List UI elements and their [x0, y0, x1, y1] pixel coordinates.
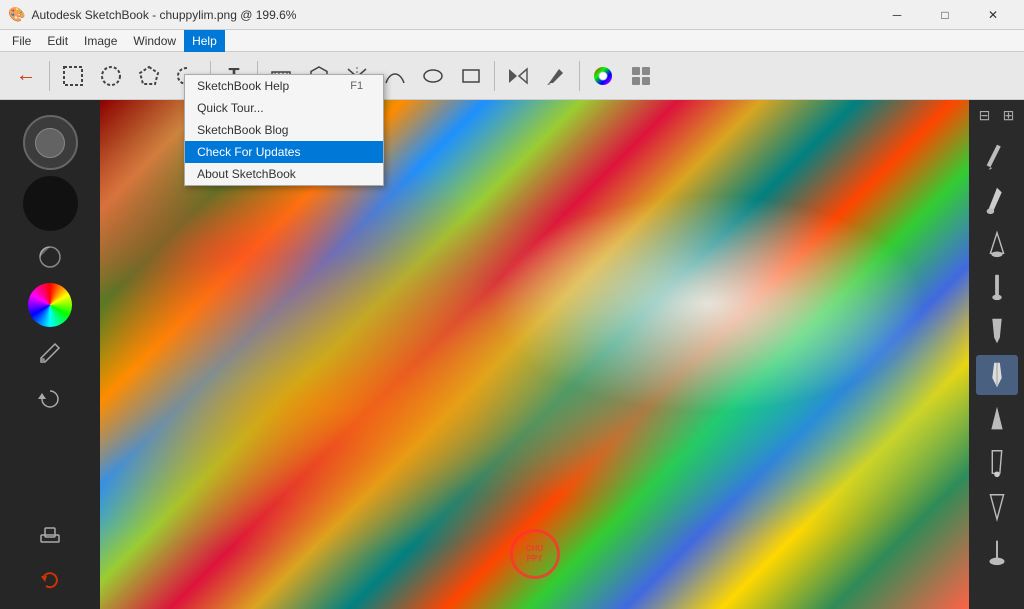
- color-picker-tool[interactable]: [585, 58, 621, 94]
- undo-button[interactable]: [30, 559, 70, 599]
- brush-item-6[interactable]: [976, 355, 1018, 395]
- help-menu-item-check-updates[interactable]: Check For Updates: [185, 141, 383, 163]
- help-item-label: SketchBook Help: [197, 79, 289, 93]
- menu-item-edit[interactable]: Edit: [39, 30, 76, 52]
- toolbar-separator-4: [494, 61, 495, 91]
- maximize-button[interactable]: □: [922, 0, 968, 30]
- menu-item-help[interactable]: Help: [184, 30, 225, 52]
- right-brush-panel: ⊟ ⊞: [969, 100, 1024, 609]
- help-menu-item-sketchbook-blog[interactable]: SketchBook Blog: [185, 119, 383, 141]
- eyedropper-tool[interactable]: [30, 333, 70, 373]
- toolbar-separator-5: [579, 61, 580, 91]
- color-swatch-black[interactable]: [23, 176, 78, 231]
- toolbar-separator-1: [49, 61, 50, 91]
- check-updates-label: Check For Updates: [197, 145, 300, 159]
- window-controls: ─ □ ✕: [874, 0, 1016, 30]
- stamp-tool[interactable]: [30, 513, 70, 553]
- grid-tool[interactable]: [623, 58, 659, 94]
- brush-item-10[interactable]: [976, 531, 1018, 571]
- app-logo: 🎨: [8, 6, 25, 23]
- menu-bar: File Edit Image Window Help SketchBook H…: [0, 30, 1024, 52]
- rotate-tool[interactable]: [30, 379, 70, 419]
- select-polygon-tool[interactable]: [131, 58, 167, 94]
- panel-layers-icon[interactable]: ⊟: [975, 105, 995, 125]
- title-bar: 🎨 Autodesk SketchBook - chuppylim.png @ …: [0, 0, 1024, 30]
- help-dropdown-menu: SketchBook Help F1 Quick Tour... SketchB…: [184, 74, 384, 186]
- panel-grid-icon[interactable]: ⊞: [999, 105, 1019, 125]
- ellipse-tool[interactable]: [415, 58, 451, 94]
- brush-item-7[interactable]: [976, 399, 1018, 439]
- brush-item-9[interactable]: [976, 487, 1018, 527]
- menu-help-area: Help SketchBook Help F1 Quick Tour... Sk…: [184, 30, 225, 52]
- left-toolbar: [0, 100, 100, 609]
- main-toolbar: ← T: [0, 52, 1024, 100]
- title-bar-text: Autodesk SketchBook - chuppylim.png @ 19…: [31, 8, 874, 22]
- menu-item-image[interactable]: Image: [76, 30, 125, 52]
- help-item-shortcut: F1: [350, 80, 363, 92]
- flip-tool[interactable]: [500, 58, 536, 94]
- rect-shape-tool[interactable]: [453, 58, 489, 94]
- back-button[interactable]: ←: [8, 58, 44, 94]
- menu-item-window[interactable]: Window: [125, 30, 184, 52]
- select-rect-tool[interactable]: [55, 58, 91, 94]
- brush-size-display: [23, 115, 78, 170]
- help-menu-item-sketchbook-help[interactable]: SketchBook Help F1: [185, 75, 383, 97]
- brush-item-4[interactable]: [976, 267, 1018, 307]
- brush-item-2[interactable]: [976, 179, 1018, 219]
- help-menu-item-about[interactable]: About SketchBook: [185, 163, 383, 185]
- brush-item-5[interactable]: [976, 311, 1018, 351]
- brush-item-1[interactable]: [976, 135, 1018, 175]
- minimize-button[interactable]: ─: [874, 0, 920, 30]
- brush-pen-tool[interactable]: [538, 58, 574, 94]
- color-wheel[interactable]: [28, 283, 72, 327]
- opacity-tool[interactable]: [30, 237, 70, 277]
- close-button[interactable]: ✕: [970, 0, 1016, 30]
- brush-item-3[interactable]: [976, 223, 1018, 263]
- blog-label: SketchBook Blog: [197, 123, 288, 137]
- help-menu-item-quick-tour[interactable]: Quick Tour...: [185, 97, 383, 119]
- brush-item-8[interactable]: [976, 443, 1018, 483]
- main-area: CHUPPY: [0, 100, 1024, 609]
- about-label: About SketchBook: [197, 167, 296, 181]
- select-ellipse-tool[interactable]: [93, 58, 129, 94]
- menu-item-file[interactable]: File: [4, 30, 39, 52]
- quick-tour-label: Quick Tour...: [197, 101, 263, 115]
